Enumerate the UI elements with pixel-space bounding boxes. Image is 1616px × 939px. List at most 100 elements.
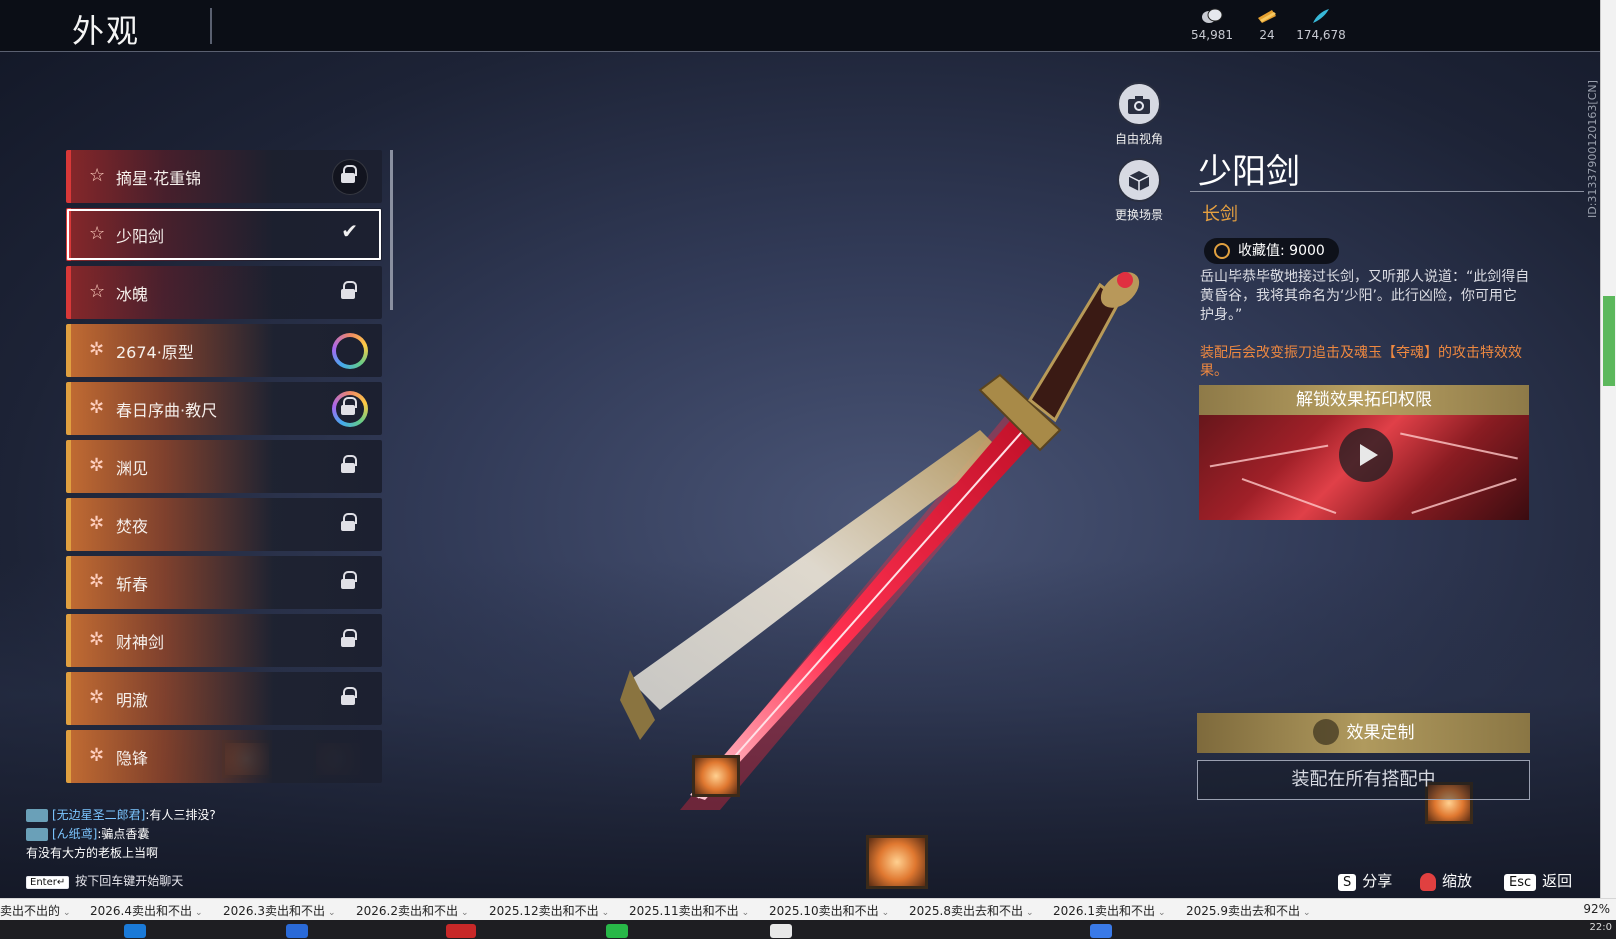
server-id: ID:3133790012016​3[CN] bbox=[1586, 80, 1599, 218]
sparkle-icon: ✲ bbox=[89, 745, 105, 766]
currency-value: 54,981 bbox=[1191, 28, 1233, 42]
sheet-tab[interactable]: 2026.3卖出和不出 ⌄ bbox=[223, 902, 336, 919]
lock-icon bbox=[341, 281, 357, 301]
sparkle-icon: ✲ bbox=[89, 513, 105, 534]
taskbar-app-icon[interactable] bbox=[1090, 924, 1112, 938]
top-bar: 外观 54,981 24 174,678 bbox=[0, 0, 1600, 52]
free-view-label: 自由视角 bbox=[1114, 132, 1163, 146]
list-item[interactable]: ✲ 2674·原型 bbox=[66, 324, 382, 377]
list-item[interactable]: ✲ 斩春 bbox=[66, 556, 382, 609]
list-item[interactable]: ✲ 隐锋 bbox=[66, 730, 382, 783]
chat-channel-icon bbox=[26, 828, 48, 841]
sheet-tab[interactable]: 2025.10卖出和不出 ⌄ bbox=[769, 902, 889, 919]
chat-line: 有没有大方的老板上当啊 bbox=[26, 844, 216, 863]
customize-effect-button[interactable]: 效果定制 bbox=[1197, 713, 1530, 753]
change-scene-label: 更换场景 bbox=[1114, 208, 1163, 222]
ticket-icon bbox=[1258, 10, 1276, 23]
check-icon: ✔ bbox=[341, 219, 358, 243]
star-icon: ☆ bbox=[89, 165, 106, 186]
item-label: 2674·原型 bbox=[116, 343, 194, 362]
sheet-tab[interactable]: 2026.4卖出和不出 ⌄ bbox=[90, 902, 203, 919]
sword-model bbox=[620, 272, 1140, 810]
item-label: 渊见 bbox=[116, 459, 149, 478]
unlock-effect-card[interactable]: 解锁效果拓印权限 bbox=[1199, 385, 1529, 520]
sheet-tab[interactable]: 卖出不出的 ⌄ bbox=[0, 902, 71, 919]
taskbar-app-icon[interactable] bbox=[286, 924, 308, 938]
chat-line: [无边星圣二郎君]:有人三排没? bbox=[26, 806, 216, 825]
free-view-button[interactable]: 自由视角 bbox=[1104, 82, 1174, 147]
list-item[interactable]: ✲ 财神剑 bbox=[66, 614, 382, 667]
zoom-hint[interactable]: 缩放 bbox=[1420, 870, 1472, 891]
zoom-label: 缩放 bbox=[1442, 872, 1473, 890]
collection-value: 收藏值: 9000 bbox=[1238, 243, 1325, 259]
share-label: 分享 bbox=[1362, 872, 1393, 890]
list-item[interactable]: ☆ 冰魄 bbox=[66, 266, 382, 319]
sheet-tab[interactable]: 2025.12卖出和不出 ⌄ bbox=[489, 902, 609, 919]
lock-icon bbox=[341, 165, 357, 185]
browser-side-strip bbox=[1600, 0, 1616, 939]
currency-value: 24 bbox=[1259, 28, 1275, 42]
enter-hint-label: 按下回车键开始聊天 bbox=[75, 874, 184, 888]
sheet-tab[interactable]: 2026.1卖出和不出 ⌄ bbox=[1053, 902, 1166, 919]
lock-icon bbox=[341, 571, 357, 591]
mouse-icon bbox=[1420, 872, 1436, 891]
list-item[interactable]: ✲ 春日序曲·教尺 bbox=[66, 382, 382, 435]
back-hint[interactable]: Esc 返回 bbox=[1504, 870, 1572, 891]
item-label: 财神剑 bbox=[116, 633, 165, 652]
change-scene-button[interactable]: 更换场景 bbox=[1104, 158, 1174, 223]
item-label: 明澈 bbox=[116, 691, 149, 710]
chat-box: [无边星圣二郎君]:有人三排没? [ん纸鸢]:骗点香囊 有没有大方的老板上当啊 bbox=[26, 806, 216, 863]
lock-icon bbox=[341, 687, 357, 707]
taskbar-app-icon[interactable] bbox=[770, 924, 792, 938]
item-label: 斩春 bbox=[116, 575, 149, 594]
taskbar-app-icon[interactable] bbox=[124, 924, 146, 938]
coin-icon bbox=[1202, 8, 1223, 23]
chat-text: :有人三排没? bbox=[145, 808, 216, 822]
name-underline bbox=[1190, 191, 1584, 192]
lock-icon bbox=[341, 455, 357, 475]
sheet-tab[interactable]: 2025.11卖出和不出 ⌄ bbox=[629, 902, 749, 919]
list-item[interactable]: ✲ 明澈 bbox=[66, 672, 382, 725]
play-icon[interactable] bbox=[1339, 428, 1393, 482]
list-scrollbar[interactable] bbox=[390, 150, 393, 310]
sparkle-icon: ✲ bbox=[89, 687, 105, 708]
rainbow-ring-icon bbox=[332, 333, 368, 369]
chat-enter-hint[interactable]: Enter↵ 按下回车键开始聊天 bbox=[26, 872, 183, 889]
share-hint[interactable]: S 分享 bbox=[1338, 870, 1392, 891]
s-key: S bbox=[1338, 874, 1357, 891]
item-label: 焚夜 bbox=[116, 517, 149, 536]
os-taskbar: 22:0 bbox=[0, 920, 1616, 939]
collection-icon bbox=[1214, 243, 1230, 259]
game-window: 外观 54,981 24 174,678 ID:3133790012016​3[… bbox=[0, 0, 1616, 939]
currency-feather: 174,678 bbox=[1295, 8, 1347, 42]
sheet-tab[interactable]: 2025.9卖出去和不出 ⌄ bbox=[1186, 902, 1311, 919]
currency-value: 174,678 bbox=[1296, 28, 1346, 42]
currency-ticket: 24 bbox=[1252, 8, 1282, 42]
item-type: 长剑 bbox=[1202, 204, 1238, 225]
cube-icon bbox=[1128, 171, 1150, 191]
list-item[interactable]: ☆ 摘星·花重锦 bbox=[66, 150, 382, 203]
list-item[interactable]: ✲ 焚夜 bbox=[66, 498, 382, 551]
chat-text: :骗点香囊 bbox=[97, 827, 150, 841]
item-name: 少阳剑 bbox=[1198, 152, 1300, 192]
chat-nick[interactable]: [无边星圣二郎君] bbox=[52, 808, 145, 822]
list-item[interactable]: ✲ 渊见 bbox=[66, 440, 382, 493]
currency-coin: 54,981 bbox=[1190, 8, 1234, 42]
chat-nick[interactable]: [ん纸鸢] bbox=[52, 827, 97, 841]
star-icon: ☆ bbox=[89, 223, 106, 244]
lock-icon bbox=[341, 513, 357, 533]
sheet-tab[interactable]: 2025.8卖出去和不出 ⌄ bbox=[909, 902, 1034, 919]
item-label: 冰魄 bbox=[116, 285, 149, 304]
sheet-tab[interactable]: 2026.2卖出和不出 ⌄ bbox=[356, 902, 469, 919]
zoom-level[interactable]: 92% bbox=[1583, 902, 1610, 916]
lantern-decoration bbox=[866, 835, 928, 889]
item-label: 隐锋 bbox=[116, 749, 149, 768]
skin-list: ☆ 摘星·花重锦 ☆ 少阳剑 ✔ ☆ 冰魄 ✲ 2674·原型 ✲ 春日序曲·教… bbox=[66, 150, 382, 800]
item-label: 春日序曲·教尺 bbox=[116, 401, 218, 420]
equip-all-button[interactable]: 装配在所有搭配中 bbox=[1197, 760, 1530, 800]
list-item-selected[interactable]: ☆ 少阳剑 ✔ bbox=[66, 208, 382, 261]
enter-key: Enter↵ bbox=[26, 876, 70, 889]
taskbar-app-icon[interactable] bbox=[606, 924, 628, 938]
item-label: 少阳剑 bbox=[116, 227, 165, 246]
taskbar-app-icon[interactable] bbox=[446, 924, 476, 938]
